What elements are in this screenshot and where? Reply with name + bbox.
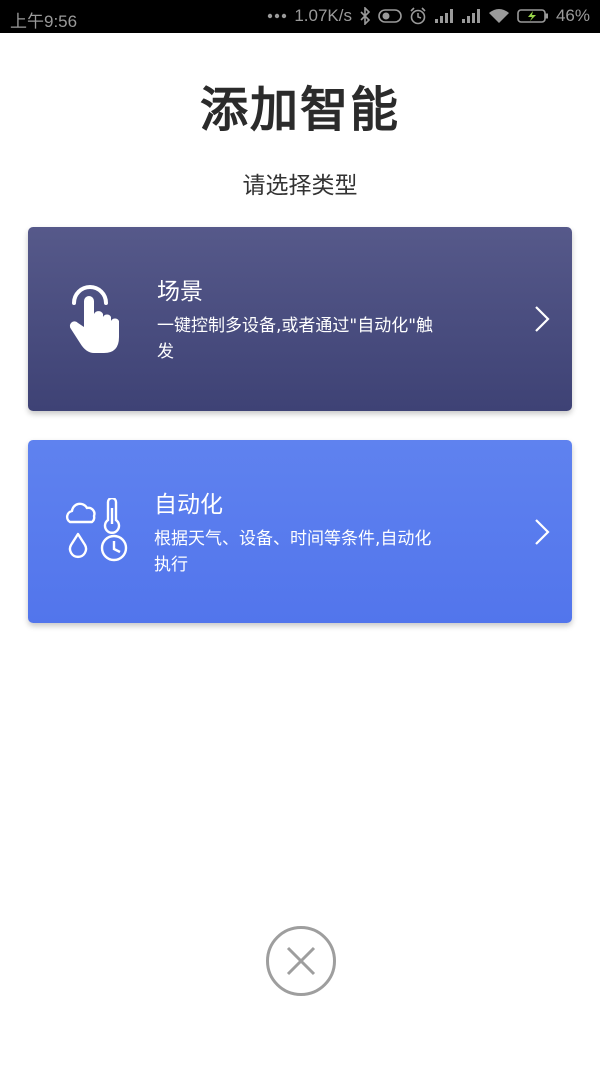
scene-card[interactable]: 场景 一键控制多设备,或者通过"自动化"触发 — [28, 227, 572, 411]
alarm-icon — [409, 7, 427, 25]
close-button[interactable] — [266, 926, 336, 996]
network-speed: 1.07K/s — [294, 6, 352, 25]
battery-percent: 46% — [555, 6, 590, 25]
status-time: 上午9:56 — [10, 12, 78, 31]
status-bar: 上午9:56 1.07K/s 46% — [0, 0, 600, 33]
chevron-right-icon — [534, 518, 550, 550]
status-icons: 1.07K/s 46% — [267, 6, 590, 26]
automation-description: 根据天气、设备、时间等条件,自动化执行 — [154, 529, 432, 575]
bluetooth-icon — [359, 7, 371, 25]
scene-title: 场景 — [157, 279, 203, 305]
toggle-icon — [378, 9, 402, 23]
wifi-icon — [488, 8, 510, 24]
page-subtitle: 请选择类型 — [242, 173, 358, 199]
automation-title: 自动化 — [154, 492, 223, 518]
signal-icon — [434, 8, 454, 24]
more-dots-icon — [267, 13, 287, 19]
close-icon — [286, 946, 316, 976]
scene-description: 一键控制多设备,或者通过"自动化"触发 — [157, 316, 434, 362]
tap-hand-icon — [66, 281, 122, 359]
signal-icon-2 — [461, 8, 481, 24]
battery-icon — [517, 8, 549, 24]
chevron-right-icon — [534, 305, 550, 337]
page-title: 添加智能 — [199, 82, 400, 138]
weather-conditions-icon — [64, 496, 130, 568]
automation-card[interactable]: 自动化 根据天气、设备、时间等条件,自动化执行 — [28, 440, 572, 623]
